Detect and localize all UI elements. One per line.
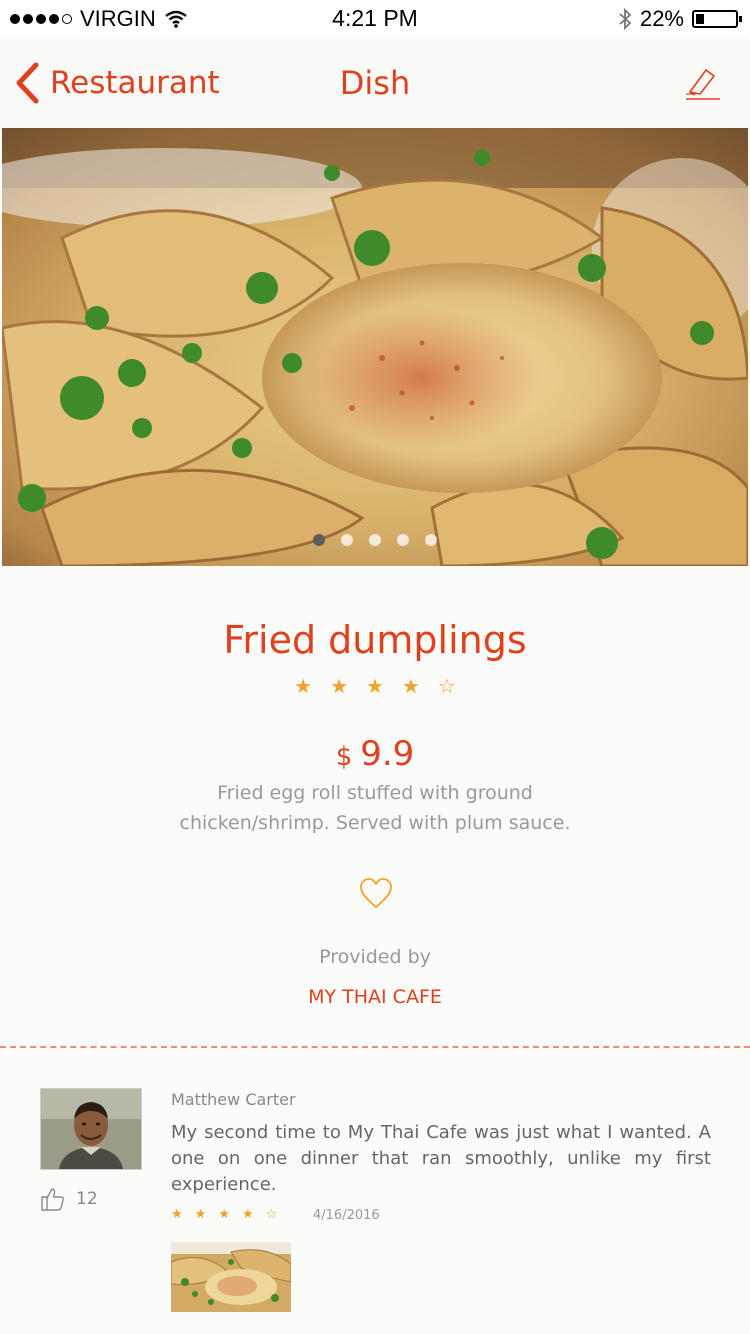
- edit-button[interactable]: [684, 66, 722, 106]
- review-item: 12 Matthew Carter My second time to My T…: [0, 1048, 750, 1334]
- provided-by-label: Provided by: [319, 946, 431, 968]
- avatar[interactable]: [40, 1088, 142, 1170]
- thumbs-up-icon: [41, 1188, 64, 1211]
- pager-dot[interactable]: [425, 534, 437, 546]
- reviewer-name: Matthew Carter: [171, 1090, 296, 1109]
- like-button[interactable]: 12: [40, 1186, 98, 1212]
- dish-description: Fried egg roll stuffed with ground chick…: [179, 782, 571, 834]
- status-bar: VIRGIN 4:21 PM 22%: [0, 0, 750, 36]
- edit-icon: [686, 69, 720, 100]
- review-text: My second time to My Thai Cafe was just …: [171, 1122, 711, 1195]
- review-photo-image: [171, 1242, 291, 1312]
- price-currency: $: [335, 742, 353, 772]
- status-right: 22%: [618, 6, 742, 32]
- dish-photo-gallery[interactable]: [2, 128, 748, 566]
- dish-photo: [2, 128, 748, 566]
- dish-price: $9.9: [0, 734, 750, 774]
- star-filled-icon: ★: [366, 674, 384, 698]
- battery-percent: 22%: [639, 6, 684, 31]
- pager-dot[interactable]: [341, 534, 353, 546]
- nav-bar: Restaurant Dish: [0, 36, 750, 129]
- star-filled-icon: ★: [401, 674, 420, 698]
- dish-rating: ★ ★ ★ ★ ☆: [0, 676, 750, 696]
- price-amount: 9.9: [360, 734, 415, 774]
- gallery-pager[interactable]: [2, 534, 748, 546]
- heart-outline-icon: [360, 878, 392, 908]
- battery-icon: [692, 10, 742, 28]
- page-title: Dish: [339, 64, 411, 102]
- dish-name: Fried dumplings: [223, 618, 527, 662]
- star-filled-icon: ★: [218, 1207, 230, 1222]
- pager-dot[interactable]: [313, 534, 325, 546]
- star-filled-icon: ★: [194, 1207, 207, 1222]
- star-filled-icon: ★: [330, 674, 349, 698]
- star-empty-icon: ☆: [437, 674, 456, 698]
- review-photo[interactable]: [171, 1242, 291, 1312]
- star-filled-icon: ★: [294, 674, 313, 698]
- star-filled-icon: ★: [241, 1207, 254, 1222]
- pager-dot[interactable]: [397, 534, 409, 546]
- reviewer-photo: [41, 1089, 141, 1169]
- favorite-button[interactable]: [358, 876, 394, 914]
- star-filled-icon: ★: [171, 1207, 183, 1222]
- review-date: 4/16/2016: [313, 1208, 380, 1223]
- star-empty-icon: ☆: [265, 1207, 278, 1222]
- bluetooth-icon: [619, 7, 632, 31]
- review-rating: ★ ★ ★ ★ ☆: [171, 1208, 277, 1221]
- like-count: 12: [76, 1189, 98, 1209]
- pager-dot[interactable]: [369, 534, 381, 546]
- restaurant-link[interactable]: MY THAI CAFE: [0, 986, 750, 1008]
